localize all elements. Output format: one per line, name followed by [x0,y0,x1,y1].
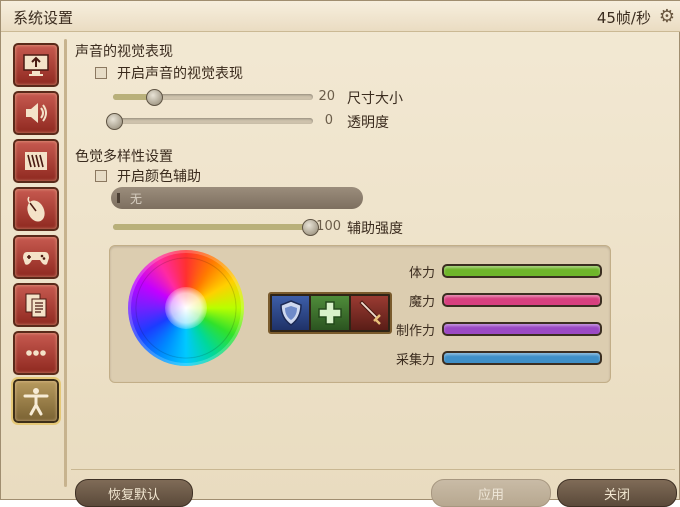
section-title-color-diversity: 色觉多样性设置 [75,149,173,165]
footer-divider [71,469,675,470]
slider-handle[interactable] [106,113,123,130]
checkbox-label: 开启颜色辅助 [117,169,201,185]
tank-role [272,296,310,330]
sidebar-item-documents[interactable] [13,283,59,327]
sidebar-item-gamepad[interactable] [13,235,59,279]
slider-fill [113,224,309,230]
hp-label: 体力 [408,266,435,281]
gear-icon[interactable]: ⚙ [659,6,675,27]
strength-value: 100 [316,219,341,234]
opacity-label: 透明度 [347,115,389,131]
shield-icon [279,300,302,326]
checkbox-label: 开启声音的视觉表现 [117,66,243,82]
gp-bar [442,351,602,365]
panel-icon [25,152,47,170]
size-label: 尺寸大小 [347,91,403,107]
dropdown-value: 无 [130,191,143,206]
category-sidebar [7,39,63,479]
color-wheel [128,250,244,366]
more-icon [26,350,46,356]
cp-label: 制作力 [395,324,435,339]
section-title-visual-sound: 声音的视觉表现 [75,44,173,60]
opacity-value: 0 [324,113,333,128]
hp-bar [442,264,602,278]
mp-bar [442,293,602,307]
healer-role [311,296,349,330]
cp-bar [442,322,602,336]
sidebar-divider [64,39,67,487]
gp-label: 采集力 [395,353,435,368]
speaker-icon [26,103,47,123]
size-value: 20 [318,89,335,104]
sidebar-item-theme[interactable] [13,139,59,183]
settings-window: 系统设置 45帧/秒 ⚙ 声音的视觉表现 开启声音的视觉表现 20 尺寸大小 0… [0,0,680,507]
mouse-icon [27,196,45,222]
color-wheel-center [165,287,207,329]
sidebar-item-sound[interactable] [13,91,59,135]
sidebar-item-display[interactable] [13,43,59,87]
checkbox[interactable] [95,67,107,79]
title-bar: 系统设置 45帧/秒 ⚙ [1,1,680,32]
apply-button[interactable]: 应用 [431,479,551,507]
accessibility-icon [23,388,49,416]
document-icon [25,293,47,318]
strength-label: 辅助强度 [347,221,403,237]
role-icon-group [268,292,392,334]
color-preview-panel: 体力 魔力 制作力 采集力 [109,245,611,383]
fps-counter: 45帧/秒 [596,9,651,27]
gamepad-icon [23,252,49,265]
checkbox[interactable] [95,170,107,182]
sidebar-item-other[interactable] [13,331,59,375]
window-title: 系统设置 [13,9,74,27]
sidebar-item-accessibility[interactable] [11,377,61,425]
slider-handle[interactable] [146,89,163,106]
healer-cross-icon [318,301,342,325]
strength-slider[interactable] [113,219,319,236]
opacity-slider[interactable] [106,113,313,130]
close-button[interactable]: 关闭 [557,479,677,507]
visual-sound-toggle[interactable]: 开启声音的视觉表现 [95,63,243,83]
sidebar-item-mouse[interactable] [13,187,59,231]
color-filter-dropdown[interactable]: 无 [111,187,363,209]
size-slider[interactable] [113,89,313,106]
sword-icon [359,300,382,325]
dps-role [350,296,388,330]
mp-label: 魔力 [408,295,435,310]
restore-defaults-button[interactable]: 恢复默认 [75,479,193,507]
color-assist-toggle[interactable]: 开启颜色辅助 [95,166,201,186]
monitor-icon [23,54,49,76]
dropdown-marker [117,193,120,203]
